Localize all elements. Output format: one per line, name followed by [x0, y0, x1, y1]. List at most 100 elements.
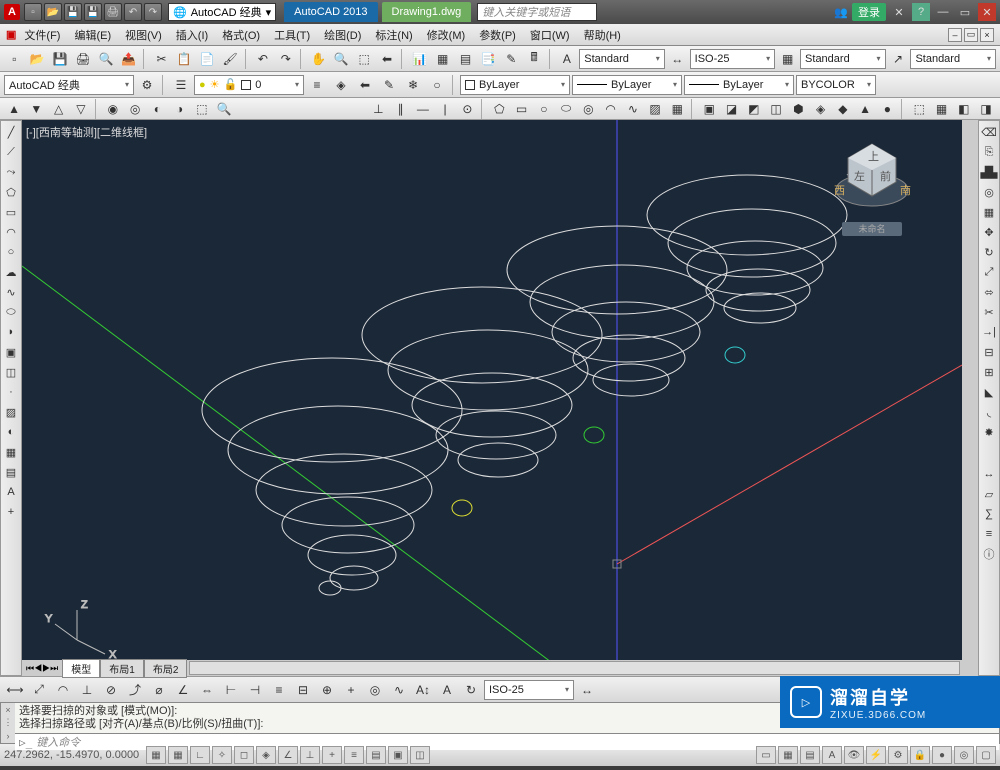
- revcloud-icon[interactable]: ☁: [2, 263, 20, 281]
- pgrip2-icon[interactable]: ◎: [125, 98, 145, 120]
- hatch-icon[interactable]: ▨: [2, 403, 20, 421]
- clean-icon[interactable]: ▢: [976, 746, 996, 764]
- tab-layout2[interactable]: 布局2: [144, 659, 188, 678]
- arc-icon[interactable]: ◠: [600, 98, 620, 120]
- region-icon[interactable]: ▦: [667, 98, 687, 120]
- spline-icon[interactable]: ∿: [2, 283, 20, 301]
- constraint5-icon[interactable]: ⊙: [457, 98, 477, 120]
- 3d5-icon[interactable]: ⬢: [788, 98, 808, 120]
- dimstyle-select[interactable]: ISO-25▾: [690, 49, 776, 69]
- dimedit-icon[interactable]: A↕: [412, 679, 434, 701]
- zoom-icon[interactable]: 🔍: [331, 48, 352, 70]
- region-icon[interactable]: ▦: [2, 443, 20, 461]
- login-button[interactable]: 登录: [852, 3, 886, 21]
- dimcont-icon[interactable]: ⊣: [244, 679, 266, 701]
- mirror-icon[interactable]: ▟▙: [980, 163, 998, 181]
- polygon-icon[interactable]: ⬠: [2, 183, 20, 201]
- spline-icon[interactable]: ∿: [623, 98, 643, 120]
- sc-toggle[interactable]: ◫: [410, 746, 430, 764]
- cmd-expand-icon[interactable]: ›: [1, 730, 15, 743]
- new-icon[interactable]: ▫: [24, 3, 42, 21]
- dimarc-icon[interactable]: ◠: [52, 679, 74, 701]
- layer-freeze-icon[interactable]: ❄: [402, 74, 424, 96]
- plot-icon[interactable]: 🖨: [73, 48, 94, 70]
- block-icon[interactable]: ▣: [2, 343, 20, 361]
- view-label[interactable]: 未命名: [842, 222, 902, 236]
- rect-icon[interactable]: ▭: [511, 98, 531, 120]
- pgrip4-icon[interactable]: ◑: [169, 98, 189, 120]
- save-icon[interactable]: 💾: [64, 3, 82, 21]
- layer-select[interactable]: ● ☀ 🔓 0▾: [194, 75, 304, 95]
- calc-icon[interactable]: 🖩: [524, 48, 545, 70]
- pgrip3-icon[interactable]: ◐: [147, 98, 167, 120]
- point-icon[interactable]: ·: [2, 383, 20, 401]
- preview-icon[interactable]: 🔍: [96, 48, 117, 70]
- menu-help[interactable]: 帮助(H): [578, 25, 627, 45]
- viewport-label[interactable]: [-][西南等轴测][二维线框]: [26, 124, 147, 140]
- menu-draw[interactable]: 绘图(D): [318, 25, 367, 45]
- zoom-prev-icon[interactable]: ⬅: [377, 48, 398, 70]
- dimdia-icon[interactable]: ⌀: [148, 679, 170, 701]
- help-icon[interactable]: ?: [912, 3, 930, 21]
- circle-icon[interactable]: ○: [2, 243, 20, 261]
- textstyle-select[interactable]: Standard▾: [579, 49, 665, 69]
- textstyle-icon[interactable]: A: [556, 48, 577, 70]
- constraint3-icon[interactable]: —: [413, 98, 433, 120]
- ellipse-icon[interactable]: ⬭: [556, 98, 576, 120]
- ellipse-icon[interactable]: ⬭: [2, 303, 20, 321]
- model-toggle[interactable]: ▭: [756, 746, 776, 764]
- chamfer-icon[interactable]: ◣: [980, 383, 998, 401]
- drawing-canvas[interactable]: X Y Z: [22, 120, 962, 660]
- menu-params[interactable]: 参数(P): [473, 25, 522, 45]
- pline-icon[interactable]: ⤳: [2, 163, 20, 181]
- drawing-viewport[interactable]: [-][西南等轴测][二维线框]: [22, 120, 962, 676]
- qdim-icon[interactable]: ⇔: [196, 679, 218, 701]
- nav2-icon[interactable]: ▦: [931, 98, 951, 120]
- list-icon[interactable]: ≡: [980, 525, 998, 543]
- tolerance-icon[interactable]: ⊕: [316, 679, 338, 701]
- polar-toggle[interactable]: ✧: [212, 746, 232, 764]
- exchange-icon[interactable]: ✕: [890, 3, 908, 21]
- copy-icon[interactable]: ⎘: [980, 143, 998, 161]
- constraint2-icon[interactable]: ∥: [390, 98, 410, 120]
- move-icon[interactable]: ✥: [980, 223, 998, 241]
- open-icon[interactable]: 📂: [44, 3, 62, 21]
- scale-icon[interactable]: ⤢: [980, 263, 998, 281]
- layer-prop-icon[interactable]: ☰: [170, 74, 192, 96]
- layer-iso-icon[interactable]: ◈: [330, 74, 352, 96]
- doc-minimize-button[interactable]: –: [948, 28, 962, 42]
- menu-modify[interactable]: 修改(M): [421, 25, 472, 45]
- menu-format[interactable]: 格式(O): [216, 25, 266, 45]
- publish-icon[interactable]: 📤: [118, 48, 139, 70]
- join-icon[interactable]: ⊞: [980, 363, 998, 381]
- 3d2-icon[interactable]: ◪: [721, 98, 741, 120]
- offset-icon[interactable]: ◎: [980, 183, 998, 201]
- new-icon[interactable]: ▫: [4, 48, 25, 70]
- centermk-icon[interactable]: +: [340, 679, 362, 701]
- layer-match-icon[interactable]: ✎: [378, 74, 400, 96]
- back-icon[interactable]: ▼: [26, 98, 46, 120]
- circ-icon[interactable]: ○: [534, 98, 554, 120]
- zoom-window-icon[interactable]: ⬚: [354, 48, 375, 70]
- app-menu-icon[interactable]: ▣: [6, 28, 16, 41]
- doc-close-button[interactable]: ×: [980, 28, 994, 42]
- dimang-icon[interactable]: ∠: [172, 679, 194, 701]
- table-icon[interactable]: ▤: [2, 463, 20, 481]
- undo-icon[interactable]: ↶: [124, 3, 142, 21]
- layer-off-icon[interactable]: ○: [426, 74, 448, 96]
- osnap-toggle[interactable]: ◻: [234, 746, 254, 764]
- menu-file[interactable]: 文件(F): [18, 25, 66, 45]
- break-icon[interactable]: ⊟: [980, 343, 998, 361]
- maximize-button[interactable]: ▭: [956, 3, 974, 21]
- color-select[interactable]: ByLayer▾: [460, 75, 570, 95]
- drawing-title-tab[interactable]: Drawing1.dwg: [382, 2, 472, 22]
- iso-obj-icon[interactable]: ◎: [954, 746, 974, 764]
- coords-display[interactable]: 247.2962, -15.4970, 0.0000: [4, 749, 144, 761]
- markup-icon[interactable]: ✎: [501, 48, 522, 70]
- makeblock-icon[interactable]: ◫: [2, 363, 20, 381]
- cmd-handle-icon[interactable]: ⋮: [1, 716, 15, 729]
- qvlay-icon[interactable]: ▤: [800, 746, 820, 764]
- open-icon[interactable]: 📂: [27, 48, 48, 70]
- workspace-selector[interactable]: 🌐 AutoCAD 经典 ▾: [168, 3, 276, 21]
- redo-icon[interactable]: ↷: [144, 3, 162, 21]
